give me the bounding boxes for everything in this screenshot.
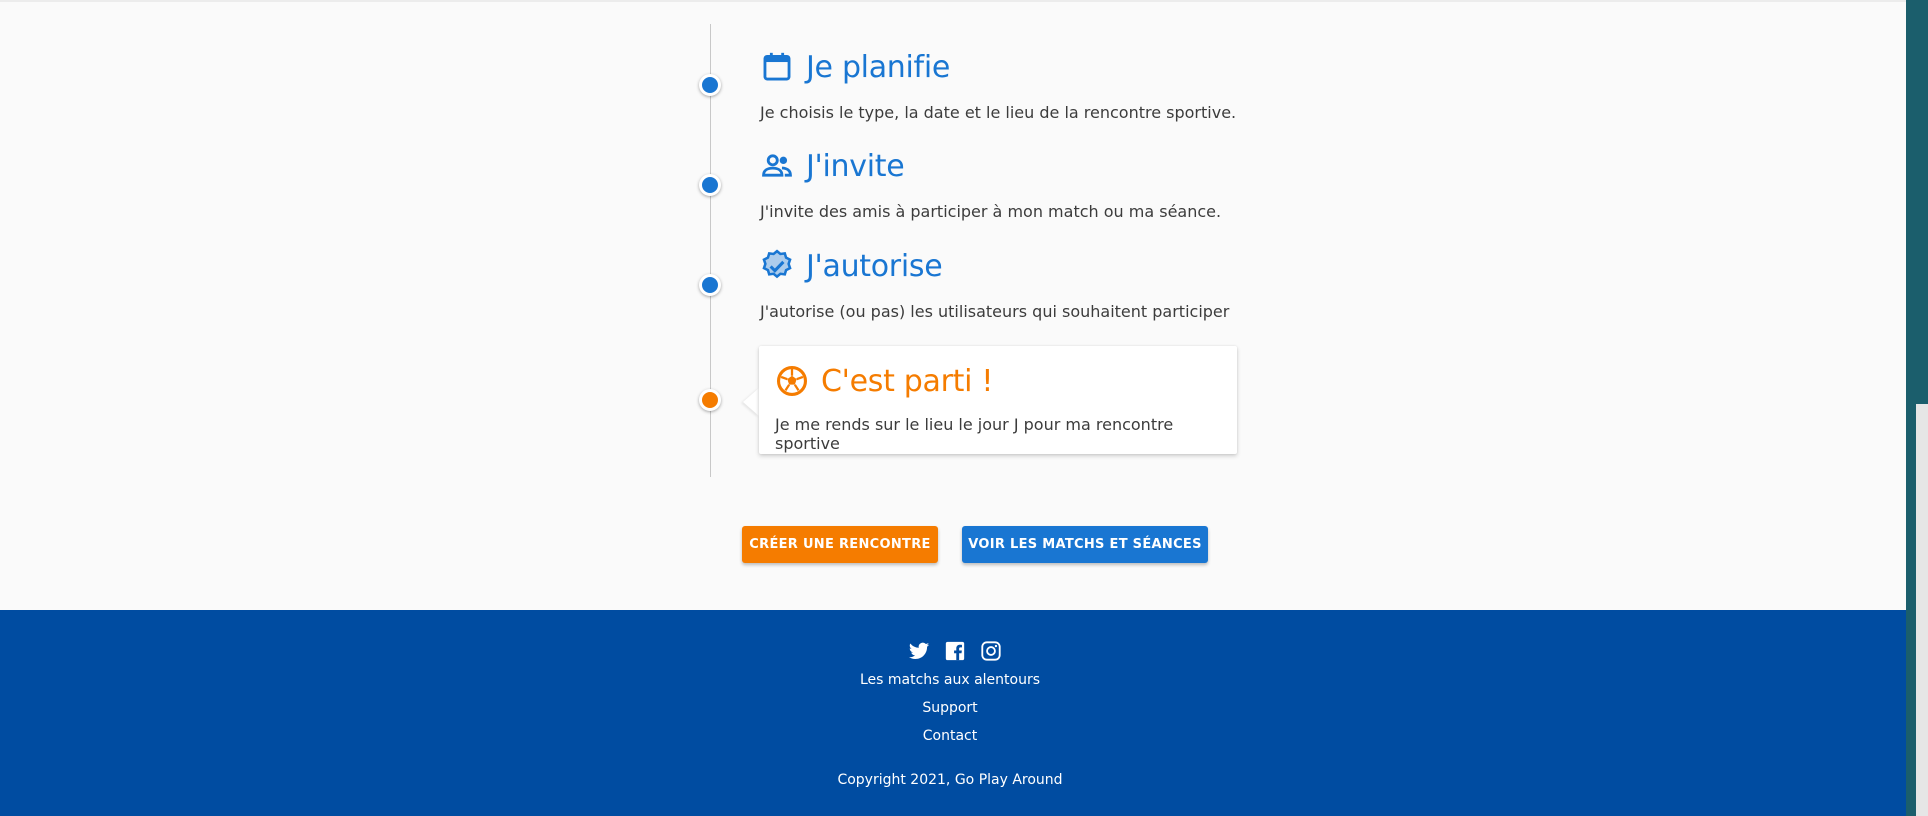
soccer-ball-icon: [775, 364, 809, 398]
step-title: Je planifie: [806, 49, 951, 85]
calendar-icon: [760, 50, 794, 84]
copyright-text: Copyright 2021, Go Play Around: [837, 772, 1063, 788]
timeline-step-plan: Je planifie Je choisis le type, la date …: [760, 47, 1237, 123]
scrollbar-thumb[interactable]: [1916, 404, 1928, 816]
timeline-step-invite: J'invite J'invite des amis à participer …: [760, 146, 1222, 222]
step-description: Je choisis le type, la date et le lieu d…: [760, 103, 1237, 122]
social-links: [908, 640, 1002, 662]
timeline-dot-4: [699, 389, 721, 411]
timeline-dot-2: [699, 174, 721, 196]
top-divider: [0, 0, 1906, 2]
step-title: C'est parti !: [821, 363, 994, 399]
create-meeting-button[interactable]: CRÉER UNE RENCONTRE: [742, 526, 938, 563]
footer-link-support[interactable]: Support: [0, 700, 1900, 716]
step-title: J'invite: [806, 148, 905, 184]
step-title: J'autorise: [806, 248, 943, 284]
step-description: Je me rends sur le lieu le jour J pour m…: [775, 415, 1174, 453]
card-pointer: [743, 388, 759, 416]
footer-link-nearby-matches[interactable]: Les matchs aux alentours: [0, 672, 1900, 688]
footer: Les matchs aux alentours Support Contact…: [0, 610, 1906, 816]
timeline-dot-1: [699, 74, 721, 96]
verified-badge-icon: [760, 249, 794, 283]
page-content: Je planifie Je choisis le type, la date …: [0, 0, 1906, 816]
timeline-dot-3: [699, 274, 721, 296]
timeline-step-go-card: C'est parti ! Je me rends sur le lieu le…: [759, 346, 1237, 454]
view-matches-button[interactable]: VOIR LES MATCHS ET SÉANCES: [962, 526, 1208, 563]
instagram-icon[interactable]: [980, 640, 1002, 662]
step-description: J'autorise (ou pas) les utilisateurs qui…: [760, 302, 1230, 321]
twitter-icon[interactable]: [908, 640, 930, 662]
step-description: J'invite des amis à participer à mon mat…: [760, 202, 1222, 221]
people-icon: [760, 149, 794, 183]
timeline-step-authorize: J'autorise J'autorise (ou pas) les utili…: [760, 246, 1230, 322]
footer-link-contact[interactable]: Contact: [0, 728, 1900, 744]
facebook-icon[interactable]: [944, 640, 966, 662]
